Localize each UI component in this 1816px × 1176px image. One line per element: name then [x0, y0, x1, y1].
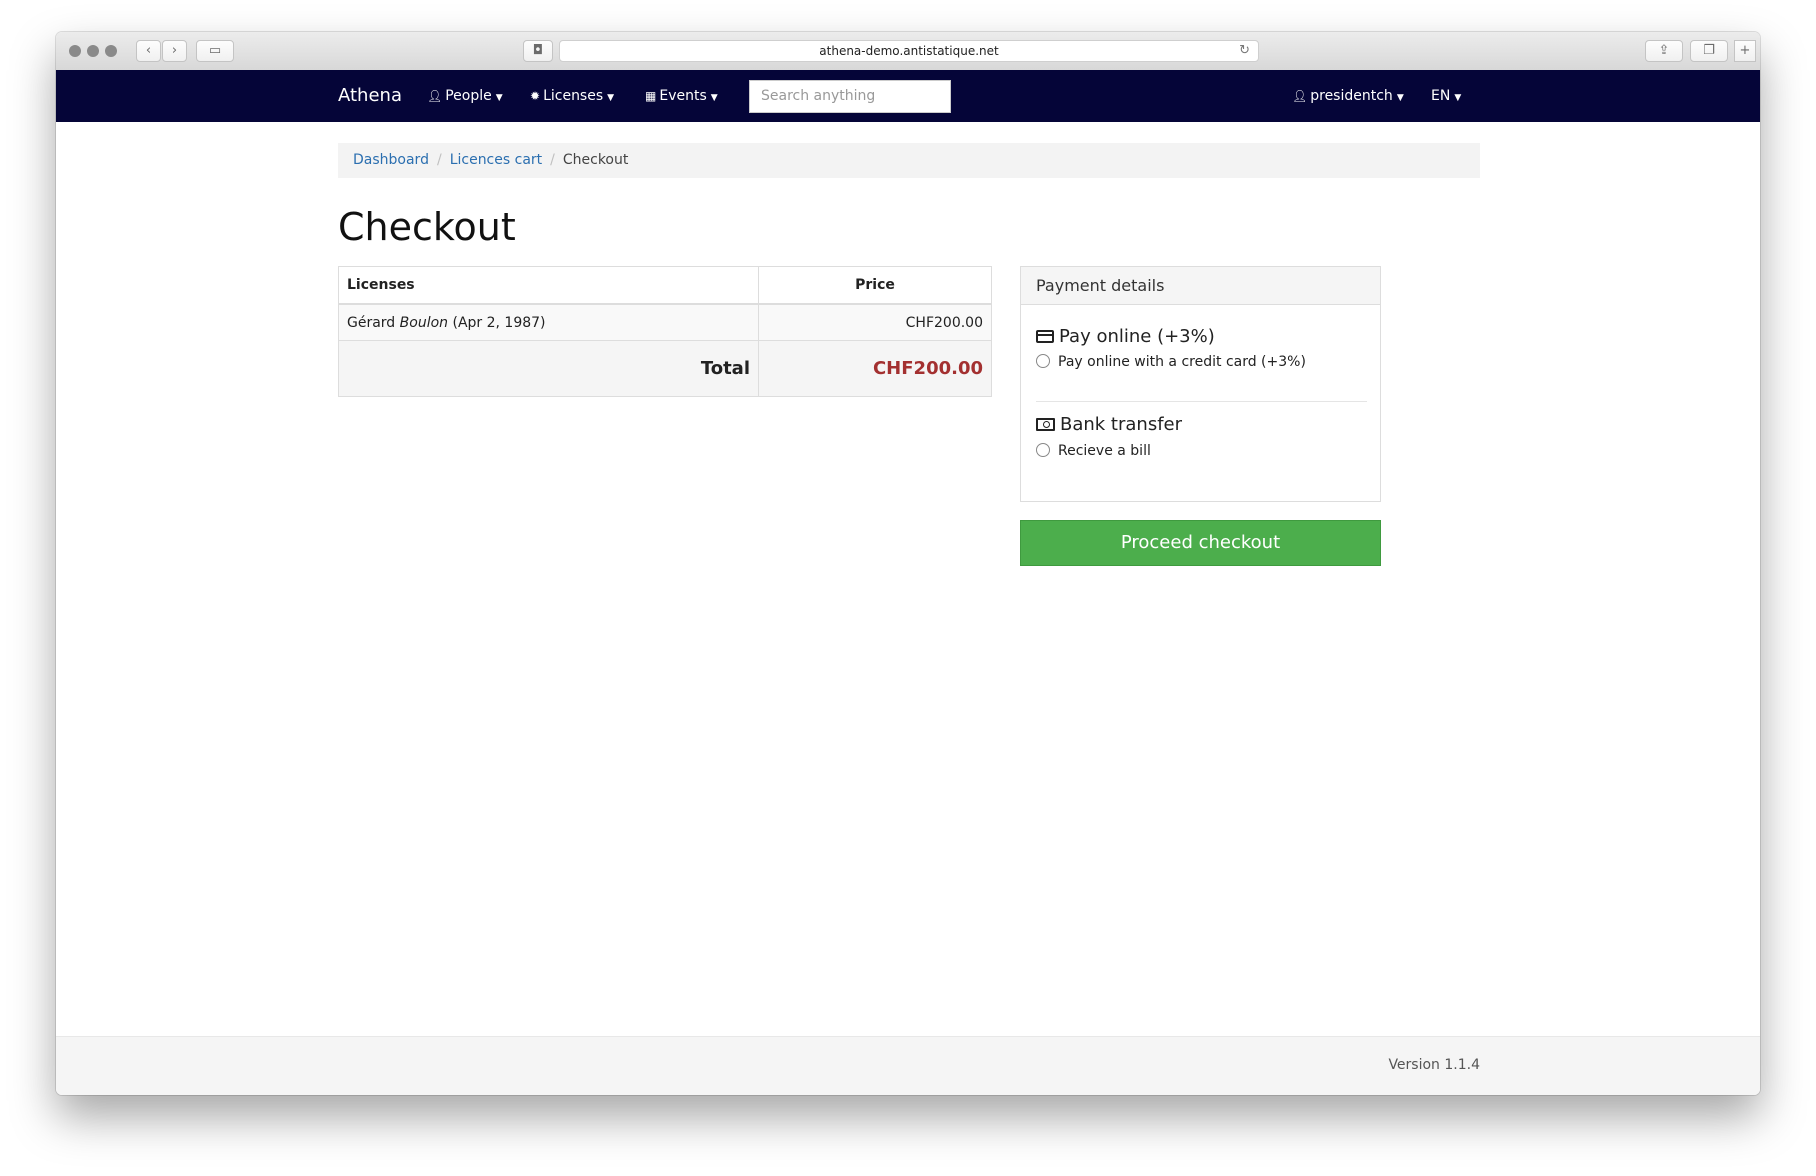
birth-date: (Apr 2, 1987) [452, 314, 546, 331]
pay-online-option[interactable]: Pay online with a credit card (+3%) [1036, 354, 1306, 370]
browser-window: ‹ › ▭ ◘ athena-demo.antistatique.net ↻ ⇪… [56, 32, 1760, 1095]
breadcrumb-checkout: Checkout [562, 152, 629, 168]
language-menu-label: EN [1431, 88, 1451, 104]
breadcrumb-separator: / [550, 152, 555, 168]
bank-transfer-label: Recieve a bill [1058, 443, 1151, 459]
back-button[interactable]: ‹ [136, 40, 161, 62]
sidebar-toggle-button[interactable]: ▭ [196, 40, 234, 62]
user-menu[interactable]: 👤︎ presidentch ▼ [1292, 70, 1404, 122]
pay-online-title-text: Pay online (+3%) [1059, 326, 1215, 347]
new-tab-button[interactable]: + [1734, 40, 1756, 62]
divider [1036, 401, 1367, 402]
tabs-overview-button[interactable]: ❐ [1690, 40, 1728, 62]
breadcrumb-dashboard[interactable]: Dashboard [353, 152, 429, 168]
breadcrumb: Dashboard / Licences cart / Checkout [338, 143, 1480, 178]
total-row: Total CHF200.00 [338, 340, 992, 397]
url-text: athena-demo.antistatique.net [819, 44, 999, 58]
chevron-left-icon: ‹ [145, 43, 152, 58]
caret-down-icon: ▼ [710, 93, 718, 103]
pay-online-radio[interactable] [1036, 354, 1050, 368]
pocket-icon: ◘ [532, 43, 544, 58]
chevron-right-icon: › [171, 43, 178, 58]
total-label: Total [338, 340, 759, 397]
column-header-price: Price [758, 266, 992, 305]
search-input[interactable]: Search anything [749, 80, 951, 113]
forward-button[interactable]: › [162, 40, 187, 62]
address-bar[interactable]: athena-demo.antistatique.net ↻ [559, 40, 1259, 62]
calendar-icon: ▦ [645, 89, 657, 103]
price-cell: CHF200.00 [758, 303, 992, 341]
close-window-button[interactable] [69, 45, 81, 57]
table-row: Gérard Boulon (Apr 2, 1987) CHF200.00 [338, 303, 992, 341]
brand-link[interactable]: Athena [338, 70, 402, 122]
nav-menu-people[interactable]: 👤︎ People ▼ [427, 70, 503, 122]
share-button[interactable]: ⇪ [1645, 40, 1683, 62]
tabs-icon: ❐ [1703, 43, 1715, 58]
column-header-licenses: Licenses [338, 266, 759, 305]
bank-transfer-radio[interactable] [1036, 443, 1050, 457]
caret-down-icon: ▼ [1454, 93, 1462, 103]
pay-online-label: Pay online with a credit card (+3%) [1058, 354, 1306, 370]
sidebar-icon: ▭ [208, 43, 222, 58]
first-name: Gérard [347, 314, 396, 331]
pay-online-title: Pay online (+3%) [1036, 326, 1215, 347]
caret-down-icon: ▼ [607, 93, 615, 103]
panel-title: Payment details [1021, 267, 1380, 305]
bank-transfer-option[interactable]: Recieve a bill [1036, 443, 1151, 459]
user-icon: 👤︎ [427, 89, 443, 103]
footer: Version 1.1.4 [56, 1036, 1760, 1095]
user-menu-label: presidentch [1310, 88, 1393, 104]
language-menu[interactable]: EN ▼ [1431, 70, 1461, 122]
version-label: Version 1.1.4 [1388, 1057, 1480, 1073]
caret-down-icon: ▼ [1396, 93, 1404, 103]
credit-card-icon [1036, 330, 1054, 343]
money-icon [1036, 418, 1055, 431]
zoom-window-button[interactable] [105, 45, 117, 57]
payment-details-panel: Payment details Pay online (+3%) Pay onl… [1020, 266, 1381, 502]
license-holder-cell: Gérard Boulon (Apr 2, 1987) [338, 303, 759, 341]
licenses-table: Licenses Price Gérard Boulon (Apr 2, 198… [338, 266, 992, 397]
minimize-window-button[interactable] [87, 45, 99, 57]
total-value: CHF200.00 [758, 340, 992, 397]
last-name: Boulon [399, 314, 449, 331]
breadcrumb-licences-cart[interactable]: Licences cart [450, 152, 542, 168]
share-icon: ⇪ [1658, 43, 1670, 58]
breadcrumb-separator: / [436, 152, 442, 168]
bank-transfer-title-text: Bank transfer [1060, 414, 1183, 435]
table-header-row: Licenses Price [338, 266, 992, 305]
browser-toolbar: ‹ › ▭ ◘ athena-demo.antistatique.net ↻ ⇪… [56, 32, 1760, 71]
nav-menu-licenses-label: Licenses [543, 88, 604, 104]
nav-menu-people-label: People [445, 88, 492, 104]
certificate-icon: ✹ [530, 89, 541, 103]
proceed-checkout-button[interactable]: Proceed checkout [1020, 520, 1381, 566]
caret-down-icon: ▼ [495, 93, 503, 103]
bank-transfer-title: Bank transfer [1036, 414, 1182, 435]
nav-menu-events[interactable]: ▦ Events ▼ [645, 70, 718, 122]
nav-menu-events-label: Events [659, 88, 707, 104]
user-icon: 👤︎ [1292, 89, 1308, 103]
nav-menu-licenses[interactable]: ✹ Licenses ▼ [530, 70, 614, 122]
page-title: Checkout [338, 205, 516, 249]
pocket-button[interactable]: ◘ [523, 40, 553, 62]
reload-icon[interactable]: ↻ [1239, 41, 1250, 61]
plus-icon: + [1739, 43, 1751, 58]
